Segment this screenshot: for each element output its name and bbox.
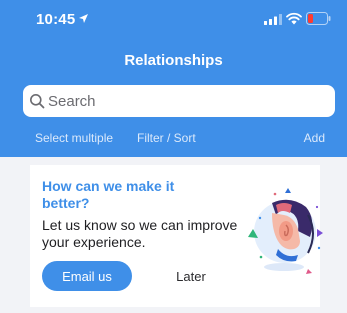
signal-icon: [264, 14, 282, 25]
wifi-icon: [286, 12, 302, 25]
filter-sort-button[interactable]: Filter / Sort: [137, 131, 196, 145]
search-icon: [30, 94, 45, 109]
ear-listening-illustration: [248, 188, 323, 274]
app-header: 10:45 Relationships Select multiple: [0, 0, 347, 157]
select-multiple-button[interactable]: Select multiple: [35, 131, 113, 145]
feedback-body: Let us know so we can improve your exper…: [42, 217, 238, 250]
page-title: Relationships: [124, 52, 223, 69]
status-bar: 10:45: [0, 0, 347, 40]
search-bar[interactable]: [23, 85, 335, 117]
search-input[interactable]: [48, 85, 328, 117]
feedback-card: How can we make it better? Let us know s…: [30, 165, 323, 307]
location-arrow-icon: [79, 14, 88, 23]
status-time: 10:45: [36, 11, 76, 28]
feedback-title: How can we make it better?: [42, 178, 175, 211]
battery-low-icon: [306, 12, 331, 25]
email-us-button[interactable]: Email us: [42, 261, 132, 291]
later-button[interactable]: Later: [161, 261, 221, 291]
add-button[interactable]: Add: [304, 131, 325, 145]
